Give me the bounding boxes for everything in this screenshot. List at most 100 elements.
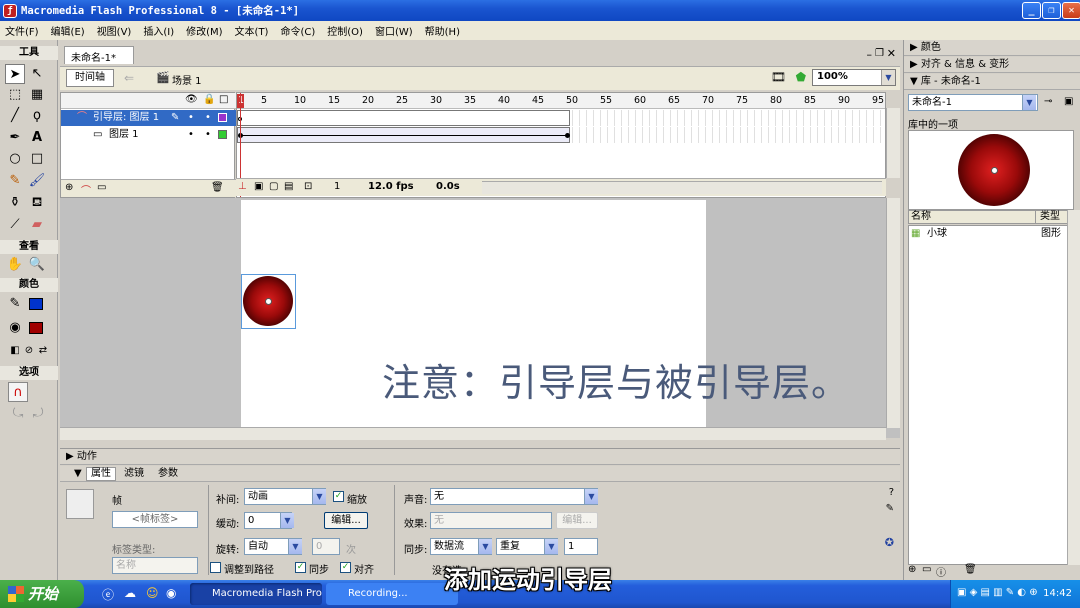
eraser-tool-icon[interactable]: ▰	[27, 215, 47, 235]
menu-view[interactable]: 视图(V)	[97, 23, 132, 38]
new-library-icon[interactable]: ▣	[1064, 96, 1073, 107]
edit-ease-button[interactable]: 编辑...	[324, 512, 368, 529]
menu-control[interactable]: 控制(O)	[327, 23, 363, 38]
zoom-tool-icon[interactable]: 🔍	[27, 255, 47, 275]
center-frame-icon[interactable]: ⊥	[238, 181, 247, 192]
library-panel-header[interactable]: ▼ 库 - 未命名-1	[904, 74, 1080, 90]
line-tool-icon[interactable]: ╱	[5, 106, 25, 126]
new-folder-icon[interactable]: ▭	[922, 564, 931, 575]
library-item[interactable]: ▦ 小球 图形	[909, 226, 1073, 241]
panel-restore-icon[interactable]: ❐	[875, 48, 884, 59]
document-tab[interactable]: 未命名-1*	[64, 46, 134, 64]
stroke-color-swatch[interactable]	[29, 298, 43, 310]
smooth-icon[interactable]: ⤿	[8, 404, 28, 424]
menu-commands[interactable]: 命令(C)	[280, 23, 315, 38]
rectangle-tool-icon[interactable]: □	[27, 149, 47, 169]
scale-checkbox[interactable]: ✓	[333, 491, 344, 502]
menu-help[interactable]: 帮助(H)	[425, 23, 460, 38]
sound-select[interactable]: 无	[430, 488, 598, 505]
stage-vscroll[interactable]	[886, 198, 900, 428]
tab-filters[interactable]: 滤镜	[124, 466, 144, 482]
minimize-button[interactable]: _	[1022, 2, 1041, 19]
layer-row-guide[interactable]: ⌒ 引导层: 图层 1 ✎ • •	[61, 110, 236, 126]
frame-rate[interactable]: 12.0 fps	[368, 181, 414, 192]
swap-colors-icon[interactable]: ⇄	[33, 341, 53, 361]
arrow-tool-icon[interactable]: ➤	[5, 64, 25, 84]
fill-color-swatch[interactable]	[29, 322, 43, 334]
subselect-tool-icon[interactable]: ↖	[27, 64, 47, 84]
brush-tool-icon[interactable]: 🖌	[27, 171, 47, 191]
eye-icon[interactable]: 👁	[185, 94, 198, 105]
fill-transform-tool-icon[interactable]: ▦	[27, 85, 47, 105]
lock-dot-icon[interactable]: •	[205, 110, 211, 126]
insert-folder-icon[interactable]: ▭	[97, 182, 106, 193]
eyedropper-tool-icon[interactable]: ⟋	[5, 215, 25, 235]
repeat-count-input[interactable]: 1	[564, 538, 598, 555]
media-icon[interactable]: ◉	[166, 586, 176, 600]
onion-outline-icon[interactable]: ▢	[269, 181, 278, 192]
edit-multiple-icon[interactable]: ▤	[284, 181, 293, 192]
layer-color-swatch[interactable]	[218, 130, 227, 139]
library-vscroll[interactable]	[1067, 210, 1080, 565]
menu-insert[interactable]: 插入(I)	[143, 23, 174, 38]
zoom-select[interactable]: 100% ▼	[812, 69, 896, 86]
scene-label[interactable]: 场景 1	[172, 72, 202, 87]
stage-hscroll[interactable]	[60, 427, 886, 440]
lasso-tool-icon[interactable]: ϙ	[27, 106, 47, 126]
restore-button[interactable]: ❐	[1042, 2, 1061, 19]
orient-checkbox[interactable]	[210, 562, 221, 573]
visible-dot-icon[interactable]: •	[188, 127, 194, 143]
help-icon[interactable]: ?	[889, 487, 894, 498]
col-name[interactable]: 名称	[911, 211, 931, 223]
guide-layer-frames[interactable]	[237, 110, 885, 126]
pin-icon[interactable]: ⊸	[1044, 96, 1052, 107]
rotate-count-input[interactable]: 0	[312, 538, 340, 555]
panel-close-icon[interactable]: ✕	[887, 47, 896, 60]
pen-tool-icon[interactable]: ✒	[5, 128, 25, 148]
menu-edit[interactable]: 编辑(E)	[51, 23, 85, 38]
effect-select[interactable]: 无	[430, 512, 552, 529]
color-panel-header[interactable]: ▶ 颜色	[904, 40, 1080, 56]
edit-symbol-icon[interactable]: ⬟	[796, 70, 806, 84]
lock-icon[interactable]: 🔒	[203, 94, 215, 105]
oval-tool-icon[interactable]: ○	[5, 149, 25, 169]
messenger-icon[interactable]: ☁	[124, 586, 136, 600]
lock-dot-icon[interactable]: •	[205, 127, 211, 143]
ink-bottle-tool-icon[interactable]: ⚱	[5, 193, 25, 213]
frame-name-input[interactable]: <帧标签>	[112, 511, 198, 528]
pencil-tool-icon[interactable]: ✎	[5, 171, 25, 191]
effect-edit-button[interactable]: 编辑...	[556, 512, 598, 529]
straighten-icon[interactable]: ⤾	[28, 404, 48, 424]
ball-instance[interactable]	[243, 276, 293, 326]
tab-properties[interactable]: 属性	[86, 467, 116, 481]
sync-checkbox[interactable]: ✓	[295, 562, 306, 573]
layer-1-frames[interactable]	[237, 127, 885, 143]
snap-checkbox[interactable]: ✓	[340, 562, 351, 573]
insert-layer-icon[interactable]: ⊕	[65, 182, 73, 193]
timeline-vscroll[interactable]	[886, 108, 900, 178]
menu-text[interactable]: 文本(T)	[235, 23, 269, 38]
timeline-hscroll[interactable]	[482, 181, 882, 194]
panel-minimize-icon[interactable]: –	[867, 48, 873, 61]
onion-markers-icon[interactable]: ⊡	[304, 181, 312, 192]
tab-parameters[interactable]: 参数	[158, 466, 178, 482]
keyframe-span[interactable]	[237, 110, 570, 126]
tray-icons[interactable]: ▣ ◈ ▤ ▥ ✎ ◐ ⊕	[957, 587, 1038, 598]
task-flash[interactable]: Macromedia Flash Pro...	[190, 583, 322, 605]
text-tool-icon[interactable]: A	[27, 128, 47, 148]
menu-window[interactable]: 窗口(W)	[375, 23, 413, 38]
edit-scene-icon[interactable]: 🎞	[771, 70, 786, 84]
outline-icon[interactable]: □	[219, 94, 228, 105]
timeline-toggle-button[interactable]: 时间轴	[66, 69, 114, 87]
new-symbol-icon[interactable]: ⊕	[908, 564, 916, 575]
snap-magnet-icon[interactable]: ∩	[8, 382, 28, 402]
layer-color-swatch[interactable]	[218, 113, 227, 122]
visible-dot-icon[interactable]: •	[188, 110, 194, 126]
actions-bar[interactable]: ▶ 动作	[60, 449, 900, 465]
accessibility-star-icon[interactable]: ✪	[885, 536, 894, 549]
ie-icon[interactable]: ⓔ	[102, 586, 114, 603]
delete-icon[interactable]: 🗑	[964, 564, 977, 575]
col-type[interactable]: 类型	[1035, 211, 1060, 223]
back-arrow-icon[interactable]: ⇐	[124, 71, 134, 85]
properties-icon[interactable]: ⓘ	[936, 564, 946, 579]
